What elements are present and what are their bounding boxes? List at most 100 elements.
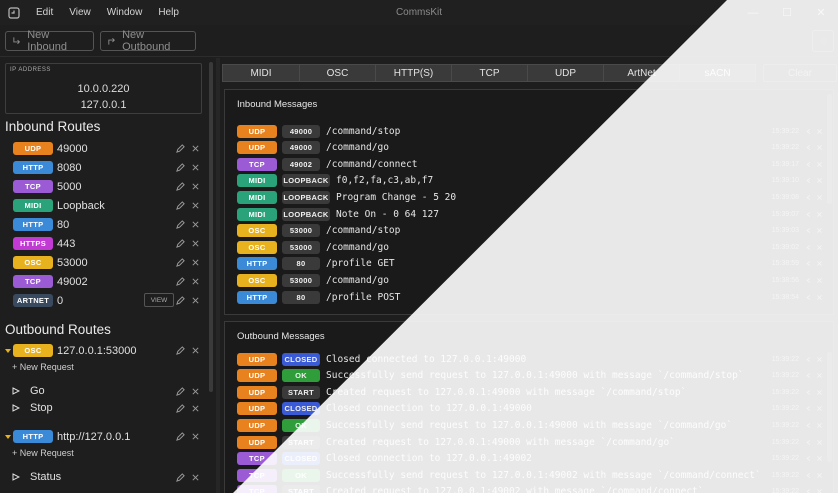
edit-icon[interactable] bbox=[176, 239, 185, 248]
close-icon[interactable] bbox=[191, 404, 200, 413]
edit-icon[interactable] bbox=[176, 163, 185, 172]
tab-tcp[interactable]: TCP bbox=[451, 64, 527, 82]
reply-icon[interactable] bbox=[805, 227, 812, 234]
inbound-route-row[interactable]: ARTNET 0 VIEW bbox=[0, 291, 208, 310]
reply-icon[interactable] bbox=[805, 128, 812, 135]
play-icon[interactable] bbox=[12, 387, 20, 395]
edit-icon[interactable] bbox=[176, 258, 185, 267]
inbound-route-row[interactable]: HTTP 80 bbox=[0, 215, 208, 234]
tab-udp[interactable]: UDP bbox=[527, 64, 603, 82]
close-icon[interactable] bbox=[816, 389, 823, 396]
minimize-button[interactable]: — bbox=[736, 0, 770, 25]
tab-sacn[interactable]: sACN bbox=[679, 64, 756, 82]
reply-icon[interactable] bbox=[805, 144, 812, 151]
chevron-down-icon[interactable] bbox=[4, 347, 12, 355]
inbound-route-row[interactable]: HTTPS 443 bbox=[0, 234, 208, 253]
edit-icon[interactable] bbox=[176, 182, 185, 191]
tab-artnet[interactable]: ArtNet bbox=[603, 64, 679, 82]
reply-icon[interactable] bbox=[805, 244, 812, 251]
inbound-route-row[interactable]: UDP 49000 bbox=[0, 139, 208, 158]
close-icon[interactable] bbox=[191, 432, 200, 441]
close-icon[interactable] bbox=[816, 260, 823, 267]
close-icon[interactable] bbox=[816, 455, 823, 462]
inbound-route-row[interactable]: HTTP 8080 bbox=[0, 158, 208, 177]
tab-osc[interactable]: OSC bbox=[299, 64, 375, 82]
edit-icon[interactable] bbox=[176, 472, 185, 482]
reply-icon[interactable] bbox=[805, 260, 812, 267]
close-icon[interactable] bbox=[816, 422, 823, 429]
close-icon[interactable] bbox=[191, 346, 200, 355]
view-button[interactable]: VIEW bbox=[144, 293, 174, 307]
close-window-button[interactable]: ✕ bbox=[804, 0, 838, 25]
edit-icon[interactable] bbox=[176, 296, 185, 305]
chevron-down-icon[interactable] bbox=[4, 433, 12, 441]
reply-icon[interactable] bbox=[805, 277, 812, 284]
new-request-button[interactable]: + New Request bbox=[12, 448, 74, 458]
outbound-route-row[interactable]: HTTP http://127.0.0.1 bbox=[0, 427, 208, 446]
close-icon[interactable] bbox=[191, 163, 200, 172]
reply-icon[interactable] bbox=[805, 161, 812, 168]
reply-icon[interactable] bbox=[805, 356, 812, 363]
inbound-route-row[interactable]: TCP 49002 bbox=[0, 272, 208, 291]
play-icon[interactable] bbox=[12, 473, 20, 481]
close-icon[interactable] bbox=[816, 177, 823, 184]
close-icon[interactable] bbox=[191, 387, 200, 396]
reply-icon[interactable] bbox=[805, 211, 812, 218]
reply-icon[interactable] bbox=[805, 389, 812, 396]
edit-icon[interactable] bbox=[176, 201, 185, 210]
edit-icon[interactable] bbox=[176, 277, 185, 286]
close-icon[interactable] bbox=[816, 356, 823, 363]
reply-icon[interactable] bbox=[805, 177, 812, 184]
close-icon[interactable] bbox=[191, 182, 200, 191]
close-icon[interactable] bbox=[816, 439, 823, 446]
menu-view[interactable]: View bbox=[69, 7, 91, 18]
close-icon[interactable] bbox=[816, 128, 823, 135]
menu-window[interactable]: Window bbox=[107, 7, 143, 18]
edit-icon[interactable] bbox=[176, 403, 185, 413]
close-icon[interactable] bbox=[191, 220, 200, 229]
close-icon[interactable] bbox=[816, 244, 823, 251]
clear-button[interactable]: Clear bbox=[763, 64, 837, 82]
close-icon[interactable] bbox=[816, 161, 823, 168]
tab-midi[interactable]: MIDI bbox=[222, 64, 299, 82]
inbound-messages-scrollbar[interactable] bbox=[827, 94, 832, 204]
reply-icon[interactable] bbox=[805, 472, 812, 479]
close-icon[interactable] bbox=[191, 258, 200, 267]
reply-icon[interactable] bbox=[805, 455, 812, 462]
maximize-button[interactable]: ☐ bbox=[770, 0, 804, 25]
request-row[interactable]: Go bbox=[0, 382, 208, 400]
reply-icon[interactable] bbox=[805, 405, 812, 412]
close-icon[interactable] bbox=[816, 194, 823, 201]
outbound-messages-scrollbar[interactable] bbox=[827, 352, 832, 462]
close-icon[interactable] bbox=[816, 488, 823, 493]
close-icon[interactable] bbox=[191, 201, 200, 210]
reply-icon[interactable] bbox=[805, 372, 812, 379]
reply-icon[interactable] bbox=[805, 488, 812, 493]
outbound-route-row[interactable]: OSC 127.0.0.1:53000 bbox=[0, 341, 208, 360]
close-icon[interactable] bbox=[191, 473, 200, 482]
close-icon[interactable] bbox=[191, 277, 200, 286]
close-icon[interactable] bbox=[191, 239, 200, 248]
request-row[interactable]: Stop bbox=[0, 399, 208, 417]
close-icon[interactable] bbox=[191, 144, 200, 153]
reply-icon[interactable] bbox=[805, 194, 812, 201]
menu-help[interactable]: Help bbox=[158, 7, 179, 18]
inbound-route-row[interactable]: MIDI Loopback bbox=[0, 196, 208, 215]
tab-https[interactable]: HTTP(S) bbox=[375, 64, 451, 82]
edit-icon[interactable] bbox=[176, 432, 185, 441]
close-icon[interactable] bbox=[816, 227, 823, 234]
new-request-button[interactable]: + New Request bbox=[12, 362, 74, 372]
reply-icon[interactable] bbox=[805, 439, 812, 446]
close-icon[interactable] bbox=[816, 277, 823, 284]
close-icon[interactable] bbox=[816, 211, 823, 218]
menu-edit[interactable]: Edit bbox=[36, 7, 53, 18]
new-inbound-button[interactable]: New Inbound bbox=[5, 29, 94, 53]
edit-icon[interactable] bbox=[176, 144, 185, 153]
close-icon[interactable] bbox=[816, 472, 823, 479]
close-icon[interactable] bbox=[816, 144, 823, 151]
reply-icon[interactable] bbox=[805, 422, 812, 429]
reply-icon[interactable] bbox=[805, 294, 812, 301]
request-row[interactable]: Status bbox=[0, 468, 208, 486]
edit-icon[interactable] bbox=[176, 346, 185, 355]
edit-icon[interactable] bbox=[176, 220, 185, 229]
